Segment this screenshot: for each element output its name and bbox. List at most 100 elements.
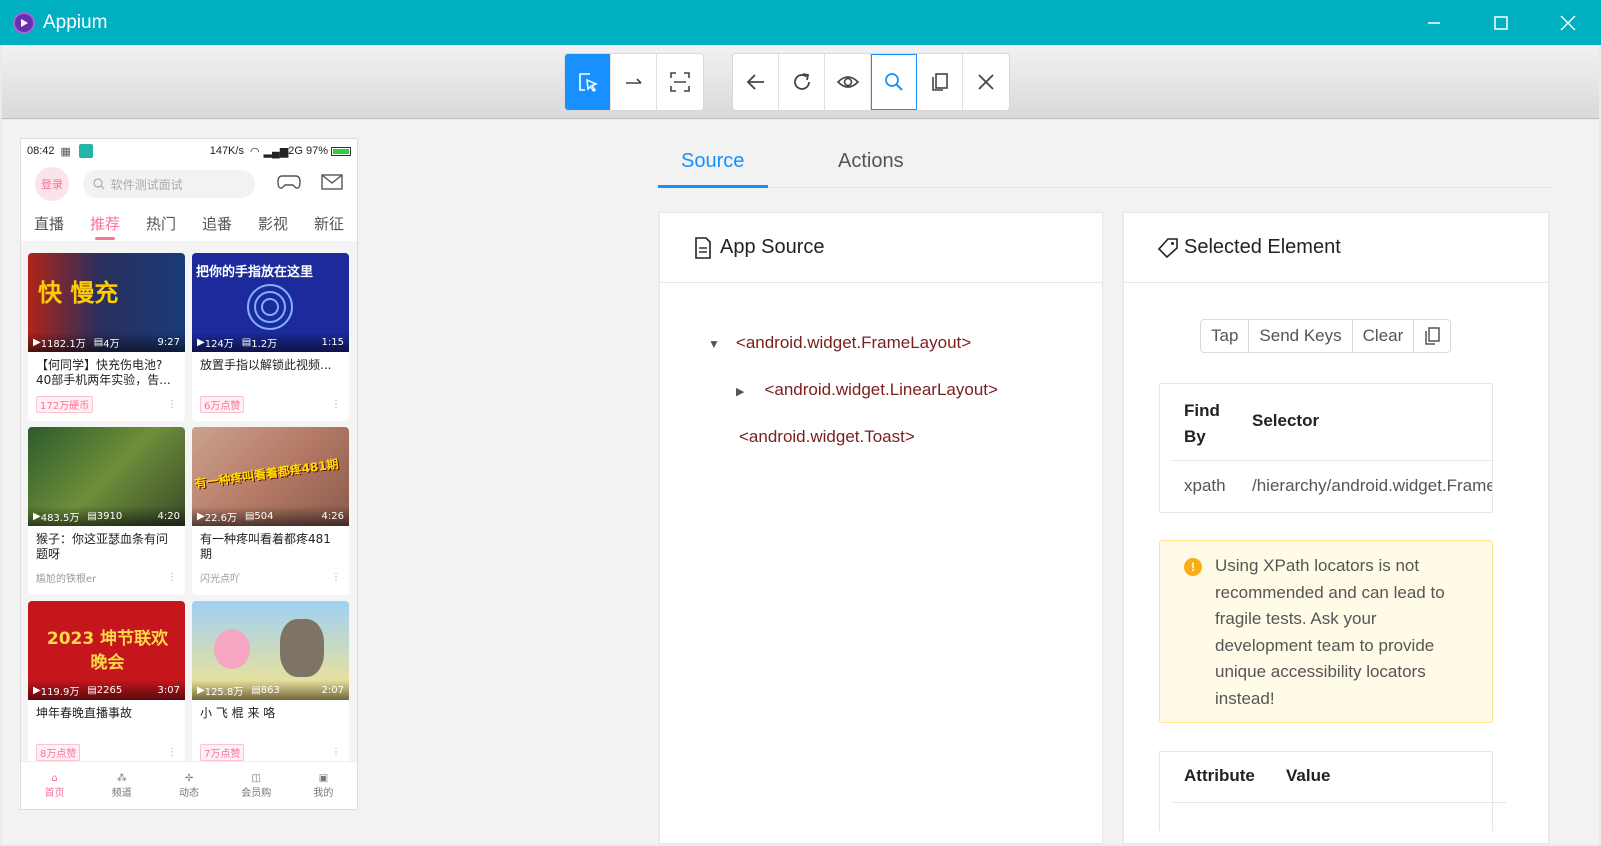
attribute-header: Attribute [1184,766,1255,785]
channels-icon: ⁂ [116,772,127,784]
channel-tab[interactable]: 热门 [133,213,189,234]
play-icon: ▶ [197,684,205,696]
more-options-icon[interactable]: ⋮ [331,399,341,410]
video-stat-tag: 7万点赞 [200,744,245,761]
select-elements-button[interactable] [565,54,611,110]
search-placeholder: 软件测试面试 [110,177,183,192]
nav-channels[interactable]: ⁂ 频道 [88,762,155,809]
duration: 4:20 [157,510,180,522]
appium-logo-icon [13,11,35,34]
tap-button[interactable]: Tap [1201,320,1250,352]
play-count: 125.8万 [204,686,244,698]
node-label: <android.widget.LinearLayout> [764,380,998,399]
video-card[interactable]: 2023 坤节联欢晚会 ▶ 119.9万 ▤ 2265 3:07 坤年春晚直播事故 8万… [28,601,185,769]
channel-tab[interactable]: 新征 [301,213,357,234]
toolbar [2,45,1599,119]
danmaku-count: 2265 [96,684,123,696]
search-button[interactable] [871,54,917,110]
video-card[interactable]: 快 慢充 ▶ 1182.1万 ▤ 4万 9:27 【何同学】快充伤电池?40部手机两年实… [28,253,185,421]
clear-button[interactable]: Clear [1353,320,1415,352]
tab-actions[interactable]: Actions [838,150,904,173]
copy-icon [931,73,948,91]
more-options-icon[interactable]: ⋮ [167,572,177,583]
send-keys-button[interactable]: Send Keys [1249,320,1353,352]
play-icon: ▶ [33,510,41,522]
channel-tab-active[interactable]: 推荐 [77,213,133,240]
nav-shop[interactable]: ◫ 会员购 [223,762,290,809]
tree-node[interactable]: ▼ <android.widget.FrameLayout> [708,333,971,353]
video-card[interactable]: ▶ 125.8万 ▤ 863 2:07 小 飞 棍 来 咯 7万点赞 ⋮ [192,601,349,769]
show-hide-button[interactable] [825,54,871,110]
channel-tab[interactable]: 直播 [21,213,77,234]
node-label: <android.widget.FrameLayout> [735,333,972,352]
attribute-table: Attribute Value [1159,751,1506,831]
tap-coordinates-button[interactable] [657,54,703,110]
search-icon [93,178,105,190]
battery-icon [331,146,351,156]
interaction-mode-group [564,53,704,111]
close-window-button[interactable] [1534,0,1601,45]
file-icon [695,236,711,259]
copy-attributes-button[interactable] [1414,320,1450,352]
tab-source[interactable]: Source [681,150,744,173]
video-thumbnail: 2023 坤节联欢晚会 ▶ 119.9万 ▤ 2265 3:07 [28,601,185,700]
login-button[interactable]: 登录 [35,167,69,201]
tree-node[interactable]: ▶ <android.widget.LinearLayout> [736,380,998,400]
video-title: 小 飞 棍 来 咯 [200,706,276,720]
app-search-bar[interactable]: 软件测试面试 [82,170,255,198]
play-icon: ▶ [33,684,41,696]
danmaku-icon: ▤ [251,684,261,696]
uploader-name: 尴尬的铁根er [36,574,97,585]
refresh-button[interactable] [779,54,825,110]
inspector-main: 08:42 ▦ 147K/s ◠ ▂▄▆ 2G 97% 登录 软件测试面试 直播… [2,120,1599,844]
more-options-icon[interactable]: ⋮ [331,572,341,583]
play-count: 483.5万 [40,512,80,524]
nav-me[interactable]: ▣ 我的 [290,762,357,809]
tag-icon [1158,237,1178,258]
app-source-title: App Source [720,236,825,258]
copy-xml-button[interactable] [917,54,963,110]
status-speed: 147K/s [209,145,244,157]
video-thumbnail: 把你的手指放在这里 ▶ 124万 ▤ 1.2万 1:15 [192,253,349,352]
thumb-text: 2023 坤节联欢晚会 [46,629,169,673]
nav-dynamics[interactable]: ✢ 动态 [155,762,222,809]
maximize-button[interactable] [1467,0,1534,45]
channel-tab[interactable]: 追番 [189,213,245,234]
video-card[interactable]: ▶ 483.5万 ▤ 3910 4:20 猴子：你这亚瑟血条有问题呀 尴尬的铁根er ⋮ [28,427,185,595]
duration: 2:07 [321,684,344,696]
play-count: 1182.1万 [40,338,86,350]
value-header: Value [1286,766,1331,785]
selector-value[interactable]: /hierarchy/android.widget.FrameLayout [1252,476,1492,496]
video-title: 坤年春晚直播事故 [36,706,133,720]
shop-bag-icon: ◫ [251,772,261,784]
mail-icon[interactable] [321,174,343,194]
element-actions: Tap Send Keys Clear [1200,319,1452,353]
quit-session-button[interactable] [963,54,1009,110]
danmaku-icon: ▤ [87,510,97,522]
tree-node[interactable]: <android.widget.Toast> [739,427,915,447]
minimize-button[interactable] [1400,0,1467,45]
selected-element-title: Selected Element [1184,236,1341,258]
app-bottom-nav: ⌂ 首页 ⁂ 频道 ✢ 动态 ◫ 会员购 ▣ 我的 [21,761,357,809]
cartoon-pig [214,629,250,669]
play-icon: ▶ [197,336,205,348]
video-card[interactable]: 把你的手指放在这里 ▶ 124万 ▤ 1.2万 1:15 放置手指以解锁此视频... 6… [192,253,349,421]
video-card[interactable]: 有一种疼叫看着都疼481期 ▶ 22.6万 ▤ 504 4:26 有一种疼叫看着都疼48… [192,427,349,595]
back-button[interactable] [733,54,779,110]
status-bar: 08:42 ▦ 147K/s ◠ ▂▄▆ 2G 97% [21,139,357,163]
device-screenshot[interactable]: 08:42 ▦ 147K/s ◠ ▂▄▆ 2G 97% 登录 软件测试面试 直播… [20,138,358,810]
more-options-icon[interactable]: ⋮ [167,747,177,758]
more-options-icon[interactable]: ⋮ [331,747,341,758]
node-label: <android.widget.Toast> [739,427,915,446]
duration: 1:15 [321,336,344,348]
danmaku-count: 863 [260,684,280,696]
nav-home[interactable]: ⌂ 首页 [21,762,88,809]
swipe-icon [625,78,642,84]
more-options-icon[interactable]: ⋮ [167,399,177,410]
swipe-button[interactable] [611,54,657,110]
game-icon[interactable] [277,173,301,195]
duration: 4:26 [321,510,344,522]
pinwheel-icon: ✢ [184,772,194,784]
channel-tab[interactable]: 影视 [245,213,301,234]
grid-icon: ▦ [60,145,71,158]
